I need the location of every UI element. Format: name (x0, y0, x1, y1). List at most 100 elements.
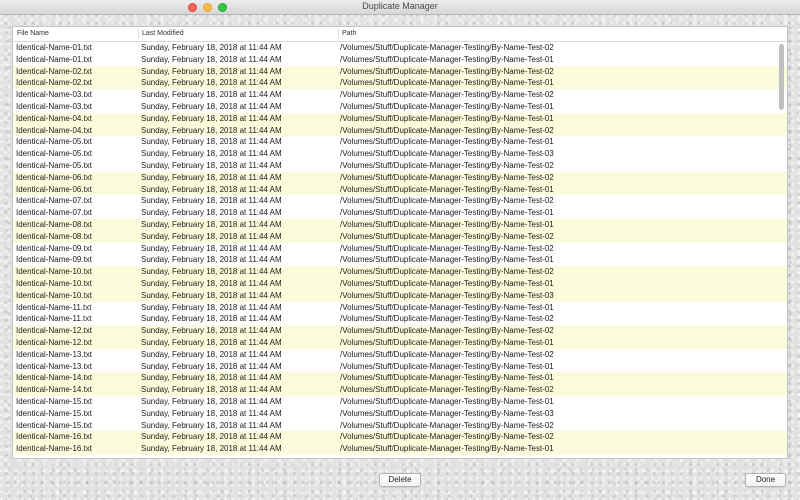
cell-last-modified: Sunday, February 18, 2018 at 11:44 AM (141, 184, 282, 194)
cell-path: /Volumes/Stuff/Duplicate-Manager-Testing… (340, 255, 554, 265)
table-row[interactable]: Identical-Name-05.txt Sunday, February 18… (13, 136, 787, 148)
cell-path: /Volumes/Stuff/Duplicate-Manager-Testing… (340, 314, 554, 324)
table-row[interactable]: Identical-Name-10.txt Sunday, February 18… (13, 266, 787, 278)
cell-path: /Volumes/Stuff/Duplicate-Manager-Testing… (340, 290, 554, 300)
table-row[interactable]: Identical-Name-15.txt Sunday, February 18… (13, 408, 787, 420)
cell-path: /Volumes/Stuff/Duplicate-Manager-Testing… (340, 137, 554, 147)
cell-last-modified: Sunday, February 18, 2018 at 11:44 AM (141, 54, 282, 64)
cell-last-modified: Sunday, February 18, 2018 at 11:44 AM (141, 208, 282, 218)
cell-file-name: Identical-Name-05.txt (16, 160, 93, 170)
column-divider[interactable] (338, 29, 339, 39)
cell-file-name: Identical-Name-08.txt (16, 231, 93, 241)
table-row[interactable]: Identical-Name-12.txt Sunday, February 18… (13, 325, 787, 337)
cell-path: /Volumes/Stuff/Duplicate-Manager-Testing… (340, 172, 554, 182)
cell-path: /Volumes/Stuff/Duplicate-Manager-Testing… (340, 196, 554, 206)
column-header-path[interactable]: Path (342, 30, 356, 37)
cell-last-modified: Sunday, February 18, 2018 at 11:44 AM (141, 337, 282, 347)
cell-path: /Volumes/Stuff/Duplicate-Manager-Testing… (340, 326, 554, 336)
cell-last-modified: Sunday, February 18, 2018 at 11:44 AM (141, 196, 282, 206)
table-row[interactable]: Identical-Name-07.txt Sunday, February 18… (13, 195, 787, 207)
cell-path: /Volumes/Stuff/Duplicate-Manager-Testing… (340, 149, 554, 159)
cell-path: /Volumes/Stuff/Duplicate-Manager-Testing… (340, 219, 554, 229)
cell-file-name: Identical-Name-11.txt (16, 314, 92, 324)
cell-file-name: Identical-Name-16.txt (16, 432, 93, 442)
table-row[interactable]: Identical-Name-10.txt Sunday, February 18… (13, 289, 787, 302)
table-row[interactable]: Identical-Name-03.txt Sunday, February 18… (13, 101, 787, 113)
done-button[interactable]: Done (745, 473, 786, 487)
duplicate-manager-window: Duplicate Manager File Name Last Modifie… (0, 0, 800, 500)
table-row[interactable]: Identical-Name-04.txt Sunday, February 18… (13, 112, 787, 125)
table-row[interactable]: Identical-Name-05.txt Sunday, February 18… (13, 160, 787, 172)
cell-file-name: Identical-Name-05.txt (16, 137, 93, 147)
cell-last-modified: Sunday, February 18, 2018 at 11:44 AM (141, 255, 282, 265)
table-row[interactable]: Identical-Name-11.txt Sunday, February 18… (13, 313, 787, 325)
window-title: Duplicate Manager (362, 1, 438, 11)
cell-file-name: Identical-Name-12.txt (16, 326, 93, 336)
cell-file-name: Identical-Name-15.txt (16, 396, 93, 406)
table-row[interactable]: Identical-Name-14.txt Sunday, February 18… (13, 372, 787, 385)
table-row[interactable]: Identical-Name-03.txt Sunday, February 18… (13, 89, 787, 101)
cell-file-name: Identical-Name-11.txt (16, 302, 92, 312)
table-row[interactable]: Identical-Name-04.txt Sunday, February 18… (13, 124, 787, 137)
duplicates-table[interactable]: File Name Last Modified Path Identical-N… (12, 26, 788, 459)
cell-path: /Volumes/Stuff/Duplicate-Manager-Testing… (340, 66, 554, 76)
cell-last-modified: Sunday, February 18, 2018 at 11:44 AM (141, 349, 282, 359)
cell-file-name: Identical-Name-14.txt (16, 385, 93, 395)
cell-last-modified: Sunday, February 18, 2018 at 11:44 AM (141, 267, 282, 277)
table-row[interactable]: Identical-Name-02.txt Sunday, February 18… (13, 77, 787, 90)
table-row[interactable]: Identical-Name-15.txt Sunday, February 18… (13, 420, 787, 432)
column-header-last-modified[interactable]: Last Modified (142, 30, 184, 37)
table-row[interactable]: Identical-Name-13.txt Sunday, February 18… (13, 349, 787, 361)
table-row[interactable]: Identical-Name-16.txt Sunday, February 18… (13, 431, 787, 444)
table-row[interactable]: Identical-Name-11.txt Sunday, February 18… (13, 302, 787, 314)
table-row[interactable]: Identical-Name-08.txt Sunday, February 18… (13, 218, 787, 231)
cell-path: /Volumes/Stuff/Duplicate-Manager-Testing… (340, 43, 554, 52)
delete-button[interactable]: Delete (379, 473, 421, 487)
table-row[interactable]: Identical-Name-05.txt Sunday, February 18… (13, 148, 787, 160)
cell-file-name: Identical-Name-03.txt (16, 90, 93, 100)
cell-path: /Volumes/Stuff/Duplicate-Manager-Testing… (340, 231, 554, 241)
cell-last-modified: Sunday, February 18, 2018 at 11:44 AM (141, 326, 282, 336)
cell-path: /Volumes/Stuff/Duplicate-Manager-Testing… (340, 420, 554, 430)
table-row[interactable]: Identical-Name-13.txt Sunday, February 18… (13, 361, 787, 373)
table-row[interactable]: Identical-Name-16.txt Sunday, February 18… (13, 443, 787, 455)
vertical-scrollbar[interactable] (778, 43, 785, 457)
table-row[interactable]: Identical-Name-06.txt Sunday, February 18… (13, 183, 787, 196)
column-divider[interactable] (138, 29, 139, 39)
cell-file-name: Identical-Name-04.txt (16, 125, 93, 135)
cell-file-name: Identical-Name-13.txt (16, 361, 93, 371)
cell-last-modified: Sunday, February 18, 2018 at 11:44 AM (141, 314, 282, 324)
cell-file-name: Identical-Name-02.txt (16, 78, 93, 88)
cell-last-modified: Sunday, February 18, 2018 at 11:44 AM (141, 361, 282, 371)
table-row[interactable]: Identical-Name-07.txt Sunday, February 18… (13, 207, 787, 219)
table-row[interactable]: Identical-Name-09.txt Sunday, February 18… (13, 254, 787, 266)
column-header-file-name[interactable]: File Name (17, 30, 49, 37)
cell-file-name: Identical-Name-05.txt (16, 149, 93, 159)
cell-file-name: Identical-Name-16.txt (16, 444, 93, 454)
cell-file-name: Identical-Name-06.txt (16, 172, 93, 182)
cell-last-modified: Sunday, February 18, 2018 at 11:44 AM (141, 137, 282, 147)
cell-last-modified: Sunday, February 18, 2018 at 11:44 AM (141, 172, 282, 182)
table-row[interactable]: Identical-Name-10.txt Sunday, February 18… (13, 277, 787, 290)
table-row[interactable]: Identical-Name-14.txt Sunday, February 18… (13, 384, 787, 396)
table-row[interactable]: Identical-Name-12.txt Sunday, February 18… (13, 336, 787, 349)
table-row[interactable]: Identical-Name-09.txt Sunday, February 18… (13, 243, 787, 255)
cell-file-name: Identical-Name-01.txt (16, 54, 93, 64)
cell-file-name: Identical-Name-01.txt (16, 43, 93, 52)
cell-path: /Volumes/Stuff/Duplicate-Manager-Testing… (340, 349, 554, 359)
cell-last-modified: Sunday, February 18, 2018 at 11:44 AM (141, 408, 282, 418)
table-row[interactable]: Identical-Name-08.txt Sunday, February 18… (13, 230, 787, 243)
table-row[interactable]: Identical-Name-06.txt Sunday, February 18… (13, 171, 787, 184)
cell-file-name: Identical-Name-10.txt (16, 267, 93, 277)
table-row[interactable]: Identical-Name-02.txt Sunday, February 18… (13, 65, 787, 78)
scrollbar-thumb[interactable] (779, 44, 784, 110)
cell-file-name: Identical-Name-07.txt (16, 208, 93, 218)
cell-path: /Volumes/Stuff/Duplicate-Manager-Testing… (340, 125, 554, 135)
table-row[interactable]: Identical-Name-01.txt Sunday, February 18… (13, 54, 787, 66)
table-row[interactable]: Identical-Name-01.txt Sunday, February 18… (13, 42, 787, 54)
cell-file-name: Identical-Name-10.txt (16, 278, 93, 288)
table-row[interactable]: Identical-Name-15.txt Sunday, February 18… (13, 396, 787, 408)
cell-last-modified: Sunday, February 18, 2018 at 11:44 AM (141, 444, 282, 454)
cell-last-modified: Sunday, February 18, 2018 at 11:44 AM (141, 219, 282, 229)
cell-last-modified: Sunday, February 18, 2018 at 11:44 AM (141, 149, 282, 159)
